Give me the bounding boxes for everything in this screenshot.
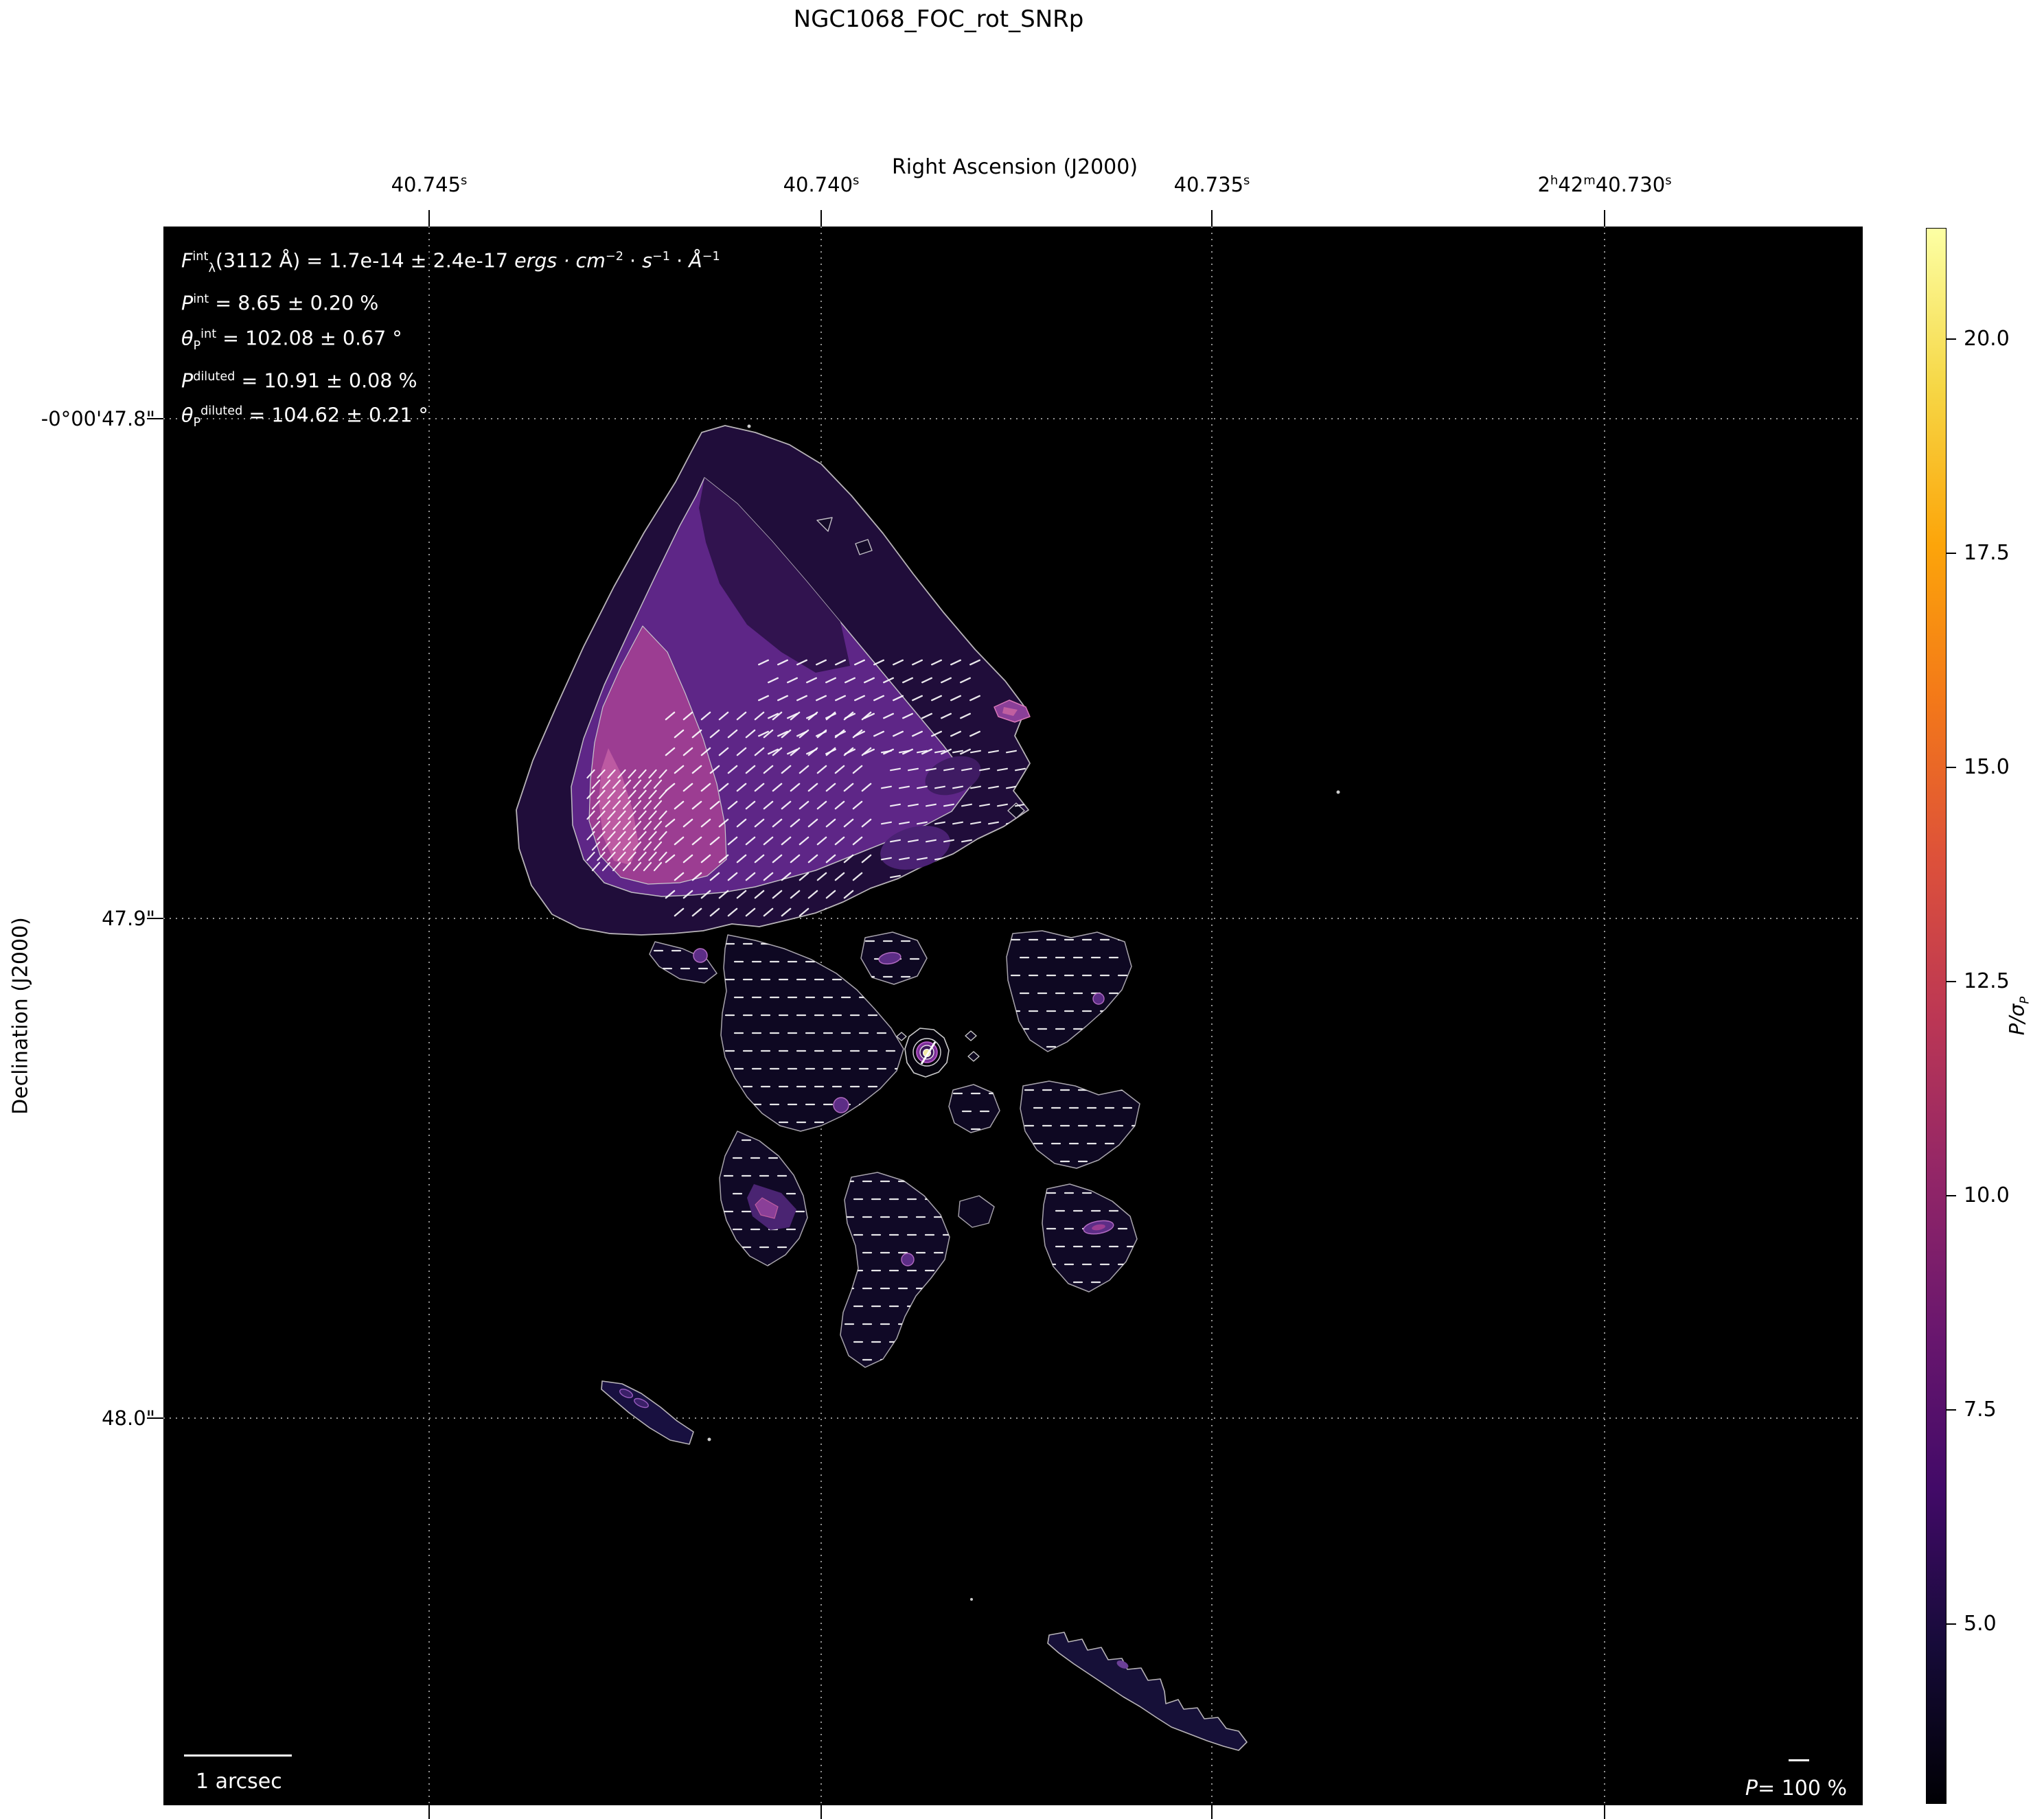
colorbar-tick-mark [1947, 338, 1956, 340]
polarization-vector [1024, 751, 1034, 752]
map-region-dot4 [970, 1598, 973, 1601]
y-tick-mark [147, 418, 163, 419]
polarization-map [163, 227, 1863, 1805]
map-region-dot1 [1337, 791, 1340, 794]
x-tick-label: 40.735s [1174, 173, 1250, 196]
polarization-vector [1024, 787, 1034, 788]
colorbar-tick-label: 12.5 [1964, 968, 2010, 995]
polarization-vector [926, 876, 936, 877]
x-tick-mark-bottom [1211, 1805, 1213, 1819]
polarization-vector [998, 876, 1007, 877]
y-tick-label: 47.9" [11, 904, 155, 933]
colorbar [1926, 228, 1947, 1804]
measurement-annotations: Fintλ(3112 Å) = 1.7e-14 ± 2.4e-17 ergs ·… [181, 242, 720, 439]
scalebar-line [184, 1754, 292, 1757]
polarization-vector [953, 894, 963, 895]
colorbar-tick-label: 15.0 [1964, 754, 2010, 781]
polarization-vector [1015, 876, 1025, 877]
annotation-line: Pdiluted = 10.91 ± 0.08 % [181, 362, 720, 397]
map-region-streak_sw [601, 1381, 693, 1444]
polarization-vector [953, 858, 963, 859]
colorbar-tick-mark [1947, 981, 1956, 982]
polarization-vector [1007, 858, 1016, 859]
polarization-vector [989, 894, 998, 895]
polarization-vector [917, 894, 927, 895]
y-tick-mark [147, 1417, 163, 1419]
annotation-line: θPdiluted = 104.62 ± 0.21 ° [181, 396, 720, 439]
x-tick-mark-top [428, 210, 430, 227]
y-tick-mark [147, 918, 163, 919]
map-region-f_spot [902, 1253, 914, 1266]
colorbar-tick-mark [1947, 767, 1956, 768]
polarization-vector [1007, 894, 1016, 895]
map-region-blob_g2 [958, 1196, 994, 1227]
polarization-vector [998, 840, 1007, 842]
annotation-line: θPint = 102.08 ± 0.67 ° [181, 319, 720, 362]
x-tick-mark-top [820, 210, 822, 227]
polarization-scale-bar [1789, 1759, 1809, 1761]
map-region-c_spot [1093, 993, 1104, 1004]
polarization-vector [980, 876, 989, 877]
annotation-line: Fintλ(3112 Å) = 1.7e-14 ± 2.4e-17 ergs ·… [181, 242, 720, 284]
map-region-blob_g1 [949, 1085, 1000, 1133]
colorbar-tick-mark [1947, 1195, 1956, 1196]
colorbar-tick-label: 17.5 [1964, 540, 2010, 567]
y-tick-label: -0°00'47.8" [11, 404, 155, 433]
scalebar-label: 1 arcsec [196, 1770, 282, 1794]
polarization-vector [1015, 840, 1025, 842]
polarization-vector [980, 840, 989, 842]
plot-area [163, 227, 1863, 1805]
map-region-ring_h [693, 949, 707, 962]
polarization-scale-label: P= 100 % [1710, 1776, 1847, 1800]
x-tick-mark-top [1604, 210, 1605, 227]
x-axis-label: Right Ascension (J2000) [892, 155, 1138, 179]
y-tick-label: 48.0" [11, 1404, 155, 1433]
polarization-vector [989, 858, 998, 859]
figure-title: NGC1068_FOC_rot_SNRp [794, 5, 1084, 33]
colorbar-tick-label: 7.5 [1964, 1396, 1997, 1424]
colorbar-label: P/σP [2006, 997, 2032, 1035]
colorbar-tick-label: 5.0 [1964, 1610, 1997, 1638]
polarization-vector [1024, 894, 1034, 895]
x-tick-mark-bottom [820, 1805, 822, 1819]
polarization-vector [935, 894, 945, 895]
map-region-streak_se [1048, 1632, 1247, 1750]
colorbar-tick-label: 10.0 [1964, 1182, 2010, 1209]
map-region-blob_e [1042, 1184, 1137, 1292]
polarization-vector [899, 894, 909, 895]
polarization-vector [853, 909, 862, 916]
map-region-accent_ring [834, 1098, 849, 1113]
x-tick-mark-top [1211, 210, 1213, 227]
map-region-dot2 [708, 1438, 711, 1441]
polarization-vector [962, 876, 972, 877]
figure-canvas: NGC1068_FOC_rot_SNRp Right Ascension (J2… [0, 0, 2044, 1819]
polarization-vector [971, 858, 980, 859]
map-region-dia_b [968, 1052, 979, 1061]
polarization-vector [1024, 822, 1034, 824]
colorbar-tick-mark [1947, 1623, 1956, 1625]
polarization-vector [971, 894, 980, 895]
x-tick-mark-bottom [1604, 1805, 1605, 1819]
x-tick-mark-bottom [428, 1805, 430, 1819]
x-tick-label: 40.740s [783, 173, 860, 196]
map-region-blob_c [1007, 931, 1132, 1052]
map-region-blob_d [1020, 1081, 1140, 1168]
y-axis-label: Declination (J2000) [9, 917, 33, 1115]
map-region-dot3 [748, 425, 751, 428]
x-tick-label: 2h42m40.730s [1537, 173, 1671, 196]
annotation-line: Pint = 8.65 ± 0.20 % [181, 284, 720, 319]
x-tick-label: 40.745s [391, 173, 468, 196]
map-region-dia_a [965, 1031, 976, 1041]
polarization-vector [836, 909, 844, 916]
polarization-vector [1024, 858, 1034, 859]
colorbar-tick-label: 20.0 [1964, 325, 2010, 353]
polarization-vector [882, 894, 891, 895]
colorbar-tick-mark [1947, 553, 1956, 554]
map-region-blob_h [650, 942, 717, 983]
polarization-vector [908, 876, 918, 877]
colorbar-tick-mark [1947, 1409, 1956, 1411]
polarization-vector [944, 876, 954, 877]
